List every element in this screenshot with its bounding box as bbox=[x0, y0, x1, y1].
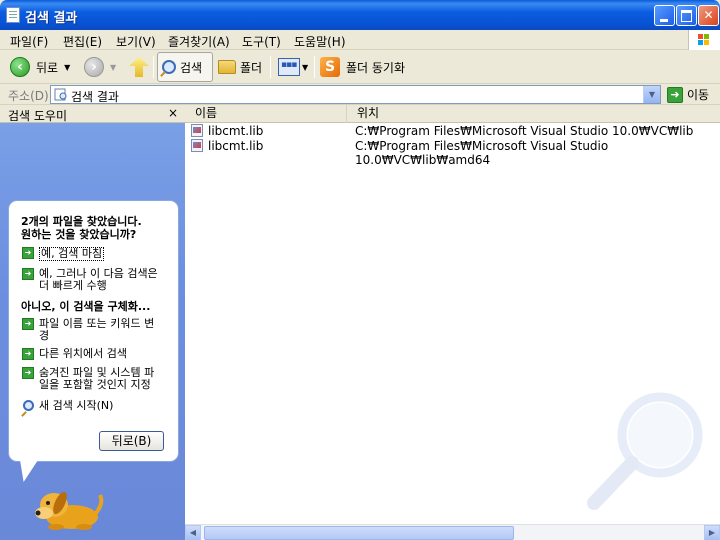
found-message-line2: 원하는 것을 찾았습니까? bbox=[21, 228, 137, 241]
column-header-name[interactable]: 이름 bbox=[185, 105, 347, 123]
search-dog-icon[interactable] bbox=[34, 473, 104, 533]
menu-help[interactable]: 도움말(H) bbox=[294, 33, 346, 50]
scroll-left-icon[interactable]: ◀ bbox=[185, 525, 201, 540]
toolbar-separator bbox=[314, 56, 315, 78]
maximize-button[interactable] bbox=[676, 5, 697, 26]
column-header-location[interactable]: 위치 bbox=[347, 105, 720, 123]
address-value: 검색 결과 bbox=[71, 90, 119, 104]
green-arrow-icon: ➜ bbox=[22, 247, 34, 259]
file-location: C:₩Program Files₩Microsoft Visual Studio… bbox=[355, 139, 609, 167]
toolbar-separator bbox=[270, 56, 271, 78]
search-companion-pane: 검색 도우미 × 2개의 파일을 찾았습니다. 원하는 것을 찾았습니까? ➜ … bbox=[0, 105, 185, 540]
menu-tools[interactable]: 도구(T) bbox=[242, 33, 281, 50]
lib-file-icon bbox=[191, 124, 203, 137]
search-companion-header: 검색 도우미 × bbox=[0, 105, 185, 123]
address-bar: 주소(D) 검색 결과 ▼ ➜ 이동 bbox=[0, 84, 720, 105]
search-balloon: 2개의 파일을 찾았습니다. 원하는 것을 찾았습니까? ➜ 예, 검색 마침 … bbox=[8, 200, 179, 462]
views-button[interactable]: ▼ bbox=[278, 53, 308, 81]
folders-label: 폴더 bbox=[240, 60, 263, 75]
new-search-link[interactable]: 새 검색 시작(N) bbox=[39, 400, 113, 412]
address-label: 주소(D) bbox=[8, 89, 49, 103]
menu-view[interactable]: 보기(V) bbox=[116, 33, 156, 50]
file-location: C:₩Program Files₩Microsoft Visual Studio… bbox=[355, 124, 694, 138]
other-location-link[interactable]: 다른 위치에서 검색 bbox=[39, 348, 127, 360]
explorer-window: 검색 결과 ✕ 파일(F) 편집(E) 보기(V) 즐겨찾기(A) 도구(T) … bbox=[0, 0, 720, 540]
change-keyword-link-line1[interactable]: 파일 이름 또는 키워드 변 bbox=[39, 318, 154, 330]
close-pane-icon[interactable]: × bbox=[168, 106, 178, 120]
change-keyword-link-line2[interactable]: 경 bbox=[39, 330, 49, 342]
scrollbar-thumb[interactable] bbox=[204, 526, 514, 540]
menu-bar: 파일(F) 편집(E) 보기(V) 즐겨찾기(A) 도구(T) 도움말(H) bbox=[0, 30, 720, 50]
file-name: libcmt.lib bbox=[208, 139, 264, 153]
address-field[interactable]: 검색 결과 ▼ bbox=[50, 85, 661, 104]
back-dropdown-icon[interactable]: ▼ bbox=[64, 63, 70, 72]
folder-sync-label: 폴더 동기화 bbox=[346, 60, 406, 75]
minimize-button[interactable] bbox=[654, 5, 675, 26]
folder-icon bbox=[218, 60, 236, 74]
found-message-line1: 2개의 파일을 찾았습니다. bbox=[21, 215, 142, 228]
go-label: 이동 bbox=[687, 88, 710, 102]
windows-logo-icon bbox=[688, 30, 720, 50]
hidden-files-link-line2[interactable]: 일을 포함할 것인지 지정 bbox=[39, 379, 151, 391]
back-label: 뒤로 bbox=[36, 60, 59, 75]
up-folder-button[interactable] bbox=[129, 53, 149, 81]
up-arrow-icon bbox=[129, 57, 149, 77]
close-button[interactable]: ✕ bbox=[698, 5, 719, 26]
list-header: 이름 위치 bbox=[185, 105, 720, 123]
toolbar-separator bbox=[153, 56, 154, 78]
menu-edit[interactable]: 편집(E) bbox=[63, 33, 102, 50]
go-arrow-icon: ➜ bbox=[667, 86, 683, 103]
address-dropdown-icon[interactable]: ▼ bbox=[643, 86, 660, 103]
title-bar[interactable]: 검색 결과 ✕ bbox=[0, 0, 720, 30]
window-title: 검색 결과 bbox=[25, 11, 78, 26]
back-arrow-icon: ‹ bbox=[10, 57, 30, 77]
green-arrow-icon: ➜ bbox=[22, 318, 34, 330]
back-button-companion[interactable]: 뒤로(B) bbox=[99, 431, 164, 451]
back-button[interactable]: ‹ 뒤로 ▼ bbox=[10, 53, 70, 81]
magnifier-icon bbox=[162, 60, 176, 74]
search-button[interactable]: 검색 bbox=[157, 52, 213, 82]
toolbar: ‹ 뒤로 ▼ › ▼ 검색 폴더 ▼ S 폴더 동기화 bbox=[0, 50, 720, 84]
horizontal-scrollbar[interactable]: ◀ ▶ bbox=[185, 524, 720, 540]
green-arrow-icon: ➜ bbox=[22, 367, 34, 379]
finish-search-link[interactable]: 예, 검색 마침 bbox=[39, 247, 105, 261]
magnifier-icon bbox=[23, 400, 34, 411]
forward-arrow-icon: › bbox=[84, 57, 104, 77]
go-button[interactable]: ➜ 이동 bbox=[667, 86, 709, 103]
search-label: 검색 bbox=[180, 60, 203, 75]
magnifier-watermark-icon bbox=[587, 392, 703, 510]
green-arrow-icon: ➜ bbox=[22, 348, 34, 360]
folders-button[interactable]: 폴더 bbox=[218, 53, 262, 81]
search-results-icon bbox=[6, 7, 20, 23]
faster-search-link-line2[interactable]: 더 빠르게 수행 bbox=[39, 280, 107, 292]
menu-file[interactable]: 파일(F) bbox=[10, 33, 48, 50]
results-list: 이름 위치 libcmt.lib C:₩Program Files₩Micros… bbox=[185, 105, 720, 540]
table-row[interactable]: libcmt.lib C:₩Program Files₩Microsoft Vi… bbox=[185, 138, 720, 167]
scroll-right-icon[interactable]: ▶ bbox=[704, 525, 720, 540]
search-results-icon bbox=[54, 88, 67, 101]
menu-favorites[interactable]: 즐겨찾기(A) bbox=[168, 33, 230, 50]
views-icon bbox=[278, 58, 300, 76]
forward-dropdown-icon[interactable]: ▼ bbox=[110, 63, 116, 72]
folder-sync-button[interactable]: S 폴더 동기화 bbox=[320, 53, 405, 81]
sync-icon: S bbox=[320, 57, 340, 77]
file-name: libcmt.lib bbox=[208, 124, 264, 138]
green-arrow-icon: ➜ bbox=[22, 268, 34, 280]
views-dropdown-icon[interactable]: ▼ bbox=[302, 63, 308, 72]
search-companion-title: 검색 도우미 bbox=[8, 109, 68, 123]
table-row[interactable]: libcmt.lib C:₩Program Files₩Microsoft Vi… bbox=[185, 123, 720, 138]
refine-heading: 아니오, 이 검색을 구체화... bbox=[21, 300, 151, 313]
lib-file-icon bbox=[191, 139, 203, 152]
forward-button[interactable]: › ▼ bbox=[84, 53, 116, 81]
